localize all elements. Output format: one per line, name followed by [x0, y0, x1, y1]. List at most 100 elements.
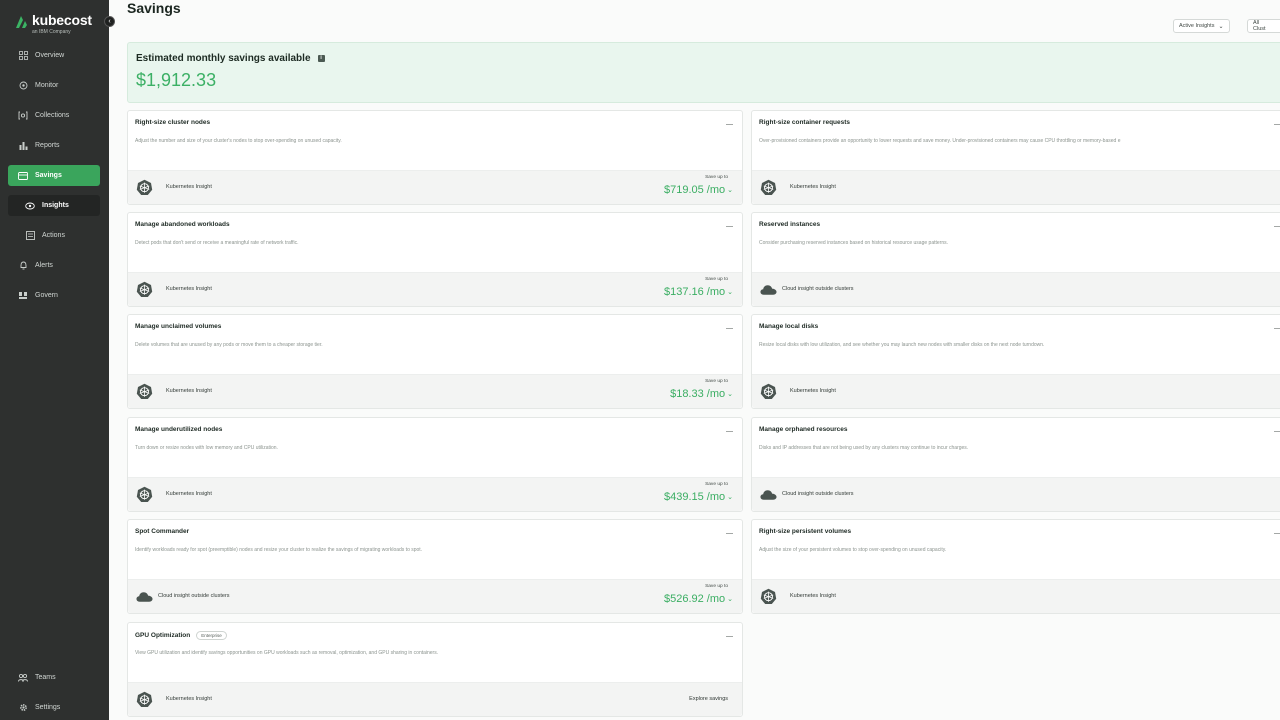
sidebar-item-actions[interactable]: Actions	[8, 225, 100, 246]
insight-source-label: Kubernetes Insight	[790, 593, 836, 599]
savings-amount: $526.92 /mo	[663, 593, 726, 605]
card-title: GPU Optimization Enterprise	[135, 631, 227, 640]
insight-source-label: Kubernetes Insight	[790, 388, 836, 394]
save-up-to-label: Save up to	[705, 277, 728, 282]
collapse-card-icon[interactable]: —	[726, 121, 733, 128]
save-up-to-label: Save up to	[705, 379, 728, 384]
page-title: Savings	[127, 0, 181, 16]
insight-card[interactable]: GPU Optimization Enterprise — View GPU util…	[127, 622, 743, 717]
insight-source-label: Cloud insight outside clusters	[782, 286, 854, 292]
card-title-text: GPU Optimization	[135, 632, 191, 639]
card-footer: Cloud insight outside clusters	[752, 477, 1280, 511]
collections-icon	[15, 111, 31, 120]
sidebar-item-reports[interactable]: Reports	[8, 135, 100, 156]
card-title-text: Manage orphaned resources	[759, 426, 848, 433]
summary-savings-value: $1,912.33	[136, 70, 217, 90]
active-insights-dropdown[interactable]: Active Insights ⌄	[1173, 19, 1230, 33]
collapse-card-icon[interactable]: —	[1274, 325, 1280, 332]
kubecost-logo-icon	[16, 16, 27, 28]
chevron-down-icon: ⌄	[727, 494, 733, 501]
collapse-card-icon[interactable]: —	[1274, 121, 1280, 128]
bell-icon	[15, 261, 31, 270]
collapse-card-icon[interactable]: —	[726, 530, 733, 537]
all-clusters-dropdown[interactable]: All Clust	[1247, 19, 1280, 33]
card-description: Adjust the size of your persistent volum…	[759, 547, 947, 553]
card-footer: Kubernetes Insight Save up to $439.15 /mo ⌄	[128, 477, 742, 511]
summary-title: Estimated monthly savings available i	[136, 53, 325, 64]
sidebar-item-govern[interactable]: Govern	[8, 285, 100, 306]
sidebar-item-collections[interactable]: Collections	[8, 105, 100, 126]
info-icon[interactable]: i	[317, 55, 325, 62]
insight-source-label: Kubernetes Insight	[166, 286, 212, 292]
insight-card[interactable]: Manage abandoned workloads — Detect pods t…	[127, 212, 743, 307]
collapse-card-icon[interactable]: —	[1274, 530, 1280, 537]
kubecost-logo[interactable]: kubecost an IBM Company	[14, 12, 92, 35]
savings-amount: $18.33 /mo	[670, 388, 726, 400]
card-description: Resize local disks with low utilization,…	[759, 342, 1045, 348]
collapse-card-icon[interactable]: —	[1274, 428, 1280, 435]
insight-card[interactable]: Right-size container requests — Over-provi…	[751, 110, 1280, 205]
insight-card[interactable]: Right-size persistent volumes — Adjust the…	[751, 519, 1280, 614]
cloud-icon	[136, 588, 153, 605]
insight-source-label: Kubernetes Insight	[790, 184, 836, 190]
summary-title-text: Estimated monthly savings available	[136, 53, 311, 64]
insight-card[interactable]: Manage orphaned resources — Disks and IP a…	[751, 417, 1280, 512]
sidebar-item-overview[interactable]: Overview	[8, 45, 100, 66]
sidebar-item-alerts[interactable]: Alerts	[8, 255, 100, 276]
sidebar-item-settings[interactable]: Settings	[8, 697, 100, 718]
collapse-card-icon[interactable]: —	[1274, 223, 1280, 230]
kubernetes-icon	[136, 691, 153, 708]
card-description: View GPU utilization and identify saving…	[135, 650, 439, 656]
insight-card[interactable]: Reserved instances — Consider purchasing r…	[751, 212, 1280, 307]
sidebar: kubecost an IBM Company Overview Monitor…	[0, 0, 109, 720]
card-title-text: Right-size container requests	[759, 119, 851, 126]
collapse-card-icon[interactable]: —	[726, 633, 733, 640]
card-title-text: Manage abandoned workloads	[135, 221, 230, 228]
card-title-text: Manage underutilized nodes	[135, 426, 223, 433]
insight-source-label: Kubernetes Insight	[166, 184, 212, 190]
insight-card[interactable]: Manage unclaimed volumes — Delete volumes …	[127, 314, 743, 409]
sidebar-item-insights[interactable]: Insights	[8, 195, 100, 216]
sidebar-item-teams[interactable]: Teams	[8, 667, 100, 688]
card-description: Detect pods that don't send or receive a…	[135, 240, 299, 246]
card-footer: Cloud insight outside clusters Save up to…	[128, 579, 742, 613]
insight-card[interactable]: Spot Commander — Identify workloads ready …	[127, 519, 743, 614]
card-title-text: Spot Commander	[135, 528, 190, 535]
card-title: Spot Commander	[135, 528, 189, 535]
chevron-down-icon: ⌄	[727, 289, 733, 296]
collapse-card-icon[interactable]: —	[726, 428, 733, 435]
chevron-left-icon: ‹	[108, 18, 111, 25]
insight-card[interactable]: Manage local disks — Resize local disks wi…	[751, 314, 1280, 409]
savings-amount-dropdown[interactable]: $526.92 /mo ⌄	[664, 593, 733, 605]
chevron-down-icon: ⌄	[727, 187, 733, 194]
sidebar-item-label: Reports	[35, 142, 60, 149]
explore-savings-link[interactable]: Explore savings	[689, 696, 728, 702]
card-description: Turn down or resize nodes with low memor…	[135, 445, 278, 451]
card-title: Right-size persistent volumes	[759, 528, 851, 535]
savings-amount-dropdown[interactable]: $719.05 /mo ⌄	[664, 184, 733, 196]
sidebar-item-monitor[interactable]: Monitor	[8, 75, 100, 96]
card-footer: Kubernetes Insight	[752, 579, 1280, 613]
card-footer: Kubernetes Insight	[752, 374, 1280, 408]
gear-icon	[15, 703, 31, 712]
savings-amount-dropdown[interactable]: $439.15 /mo ⌄	[664, 491, 733, 503]
card-footer: Kubernetes Insight Explore savings	[128, 682, 742, 716]
sidebar-item-label: Monitor	[35, 82, 59, 89]
card-title-text: Manage local disks	[759, 323, 819, 330]
collapse-card-icon[interactable]: —	[726, 325, 733, 332]
collapse-card-icon[interactable]: —	[726, 223, 733, 230]
bar-chart-icon	[15, 141, 31, 150]
sidebar-item-label: Collections	[35, 112, 70, 119]
savings-amount-dropdown[interactable]: $18.33 /mo ⌄	[670, 388, 733, 400]
sidebar-item-label: Govern	[35, 292, 58, 299]
insight-card[interactable]: Right-size cluster nodes — Adjust the numb…	[127, 110, 743, 205]
savings-amount-dropdown[interactable]: $137.16 /mo ⌄	[664, 286, 733, 298]
collapse-sidebar-button[interactable]: ‹	[104, 16, 115, 27]
card-title-text: Manage unclaimed volumes	[135, 323, 222, 330]
save-up-to-label: Save up to	[705, 175, 728, 180]
insight-card[interactable]: Manage underutilized nodes — Turn down or …	[127, 417, 743, 512]
kubernetes-icon	[136, 179, 153, 196]
sidebar-item-savings[interactable]: Savings	[8, 165, 100, 186]
insight-source-label: Cloud insight outside clusters	[158, 593, 230, 599]
card-title: Reserved instances	[759, 221, 820, 228]
